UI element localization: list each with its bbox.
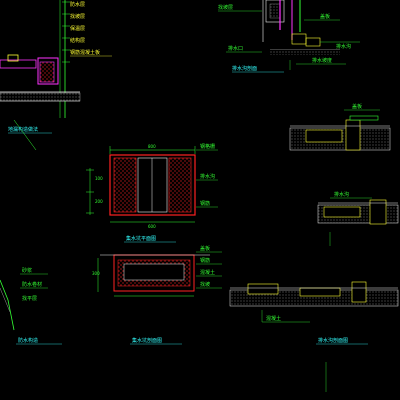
- label-bottom-box-3: 混凝土: [200, 269, 215, 276]
- dim-left-3: 300: [92, 271, 100, 276]
- label-left-bottom-2: 找平层: [22, 295, 37, 302]
- detail-center-section: 盖板 钢筋 混凝土 找坡 300 集水坑剖面图: [92, 245, 222, 345]
- dim-center-b: 600: [148, 224, 156, 229]
- label-top-mid-title: 排水沟剖面: [232, 65, 257, 72]
- dim-left-1: 100: [95, 176, 103, 181]
- label-center-box-2: 排水沟: [200, 173, 215, 180]
- label-top-mid-3: 盖板: [320, 13, 330, 20]
- label-top-mid-a: 排水口: [228, 45, 243, 52]
- label-top-left-5: 钢筋混凝土板: [70, 49, 100, 56]
- label-bottom-box-1: 盖板: [200, 245, 210, 252]
- label-bottom-box-2: 钢筋: [200, 257, 210, 264]
- label-right-note-1: 盖板: [352, 103, 362, 110]
- label-top-left-2: 找坡层: [70, 13, 85, 20]
- label-top-mid-4: 排水坡度: [312, 57, 332, 64]
- detail-center-plan: 800 600 钢格栅 排水沟 钢筋 集水坑平面图: [109, 143, 218, 243]
- label-bottom-box-4: 找坡: [200, 281, 210, 288]
- label-top-left-3: 保温层: [70, 25, 85, 32]
- label-top-mid-2: 排水沟: [336, 43, 351, 50]
- label-bottom-title: 集水坑剖面图: [132, 337, 162, 344]
- detail-left-dims: 100 200: [86, 168, 103, 215]
- label-right-title: 排水沟剖面图: [318, 337, 348, 344]
- detail-right-sections: 盖板 排水沟 混凝土 排水沟剖面图: [229, 103, 399, 392]
- dim-left-2: 200: [95, 199, 103, 204]
- label-left-b: 砂浆: [22, 267, 32, 274]
- label-left-mid-title: 地漏构造做法: [8, 126, 38, 133]
- label-top-left-1: 防水层: [70, 1, 85, 8]
- label-center-title: 集水坑平面图: [126, 235, 156, 242]
- cad-drawing-canvas: 防水层 找坡层 保温层 结构层 钢筋混凝土板 地漏构造做法 100 200 找坡…: [0, 0, 400, 400]
- detail-top-left: 防水层 找坡层 保温层 结构层 钢筋混凝土板 地漏构造做法: [0, 0, 112, 151]
- label-right-note-2: 排水沟: [334, 191, 349, 198]
- label-top-mid-1: 找坡层: [218, 4, 233, 11]
- dim-center-a: 800: [148, 144, 156, 149]
- label-left-bottom-title: 防水构造: [18, 337, 38, 344]
- detail-top-middle: 找坡层 盖板 排水沟 排水坡度 排水口 排水沟剖面: [218, 0, 360, 73]
- label-center-box-1: 钢格栅: [200, 143, 215, 150]
- label-left-c: 防水卷材: [22, 281, 42, 288]
- label-center-box-3: 钢筋: [200, 200, 210, 207]
- detail-left-bottom: 砂浆 防水卷材 找平层 防水构造: [0, 267, 62, 345]
- label-top-left-4: 结构层: [70, 37, 85, 44]
- label-right-note-3: 混凝土: [266, 315, 281, 322]
